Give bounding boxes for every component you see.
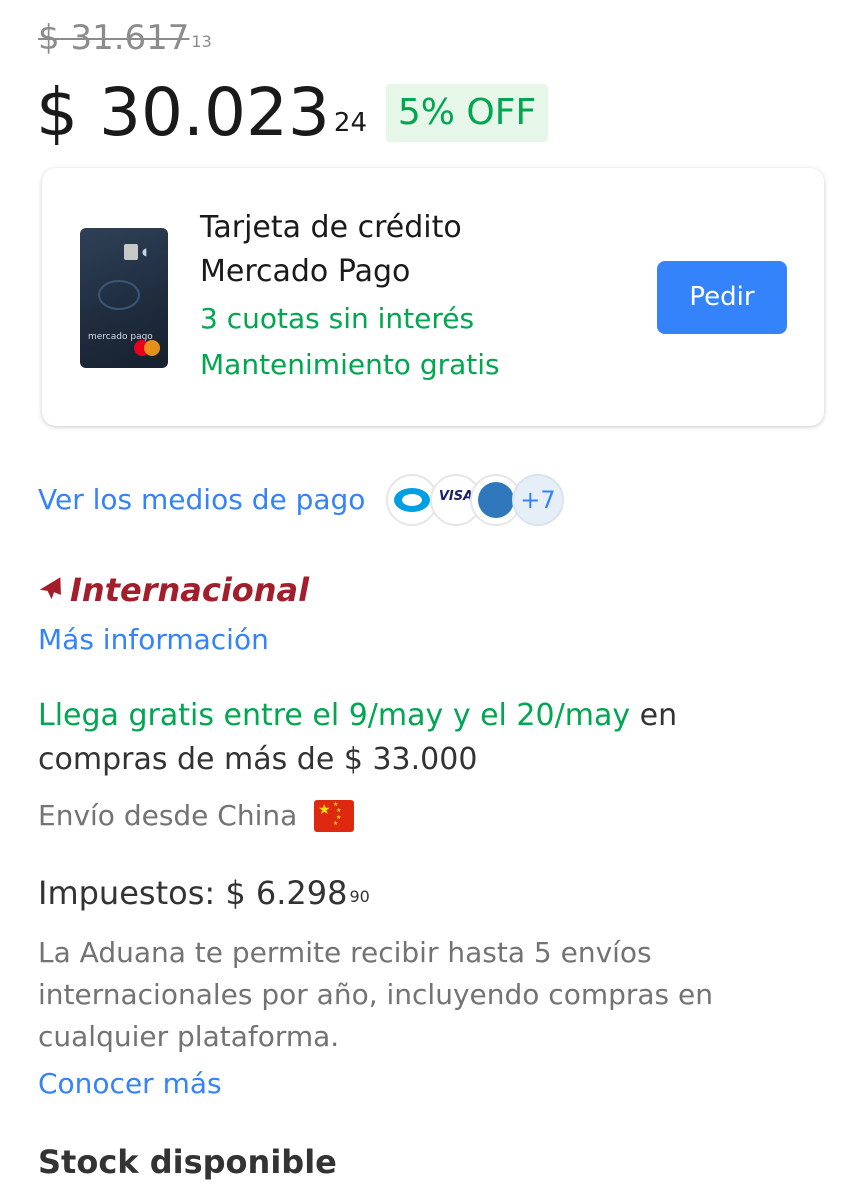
original-price: $ 31.617 13 xyxy=(38,16,212,60)
card-chip-icon xyxy=(124,244,138,260)
credit-card-image: ◖ mercado pago xyxy=(80,228,168,368)
stock-heading: Stock disponible xyxy=(38,1143,337,1181)
china-flag-icon: ★ ★ ★ ★ ★ xyxy=(314,800,354,832)
more-payment-methods-badge[interactable]: +7 xyxy=(512,474,564,526)
mastercard-icon-right xyxy=(144,340,160,356)
delivery-highlight: Llega gratis entre el 9/may y el 20/may xyxy=(38,698,631,733)
airplane-icon xyxy=(39,577,61,600)
learn-more-link[interactable]: Conocer más xyxy=(38,1064,222,1104)
taxes-cents: 90 xyxy=(349,887,370,906)
taxes-label: Impuestos: $ 6.298 xyxy=(38,874,348,912)
card-offer-title-line2: Mercado Pago xyxy=(200,254,411,289)
original-price-main: $ 31.617 xyxy=(38,18,190,58)
current-price: $ 30.023 24 xyxy=(36,74,367,152)
price-main: 30.023 xyxy=(98,74,330,151)
card-benefit-installments: 3 cuotas sin interés xyxy=(200,302,475,335)
taxes-amount: Impuestos: $ 6.298 90 xyxy=(38,870,370,916)
card-offer-title-line1: Tarjeta de crédito xyxy=(200,210,462,245)
original-price-cents: 13 xyxy=(191,32,212,51)
card-benefit-maintenance: Mantenimiento gratis xyxy=(200,348,500,381)
international-label: Internacional xyxy=(70,571,310,609)
payment-methods-link[interactable]: Ver los medios de pago xyxy=(38,480,365,520)
ships-from: Envío desde China xyxy=(38,799,298,832)
price-currency: $ xyxy=(36,74,78,151)
price-cents: 24 xyxy=(333,108,368,138)
handshake-logo-icon xyxy=(98,280,140,310)
request-card-button[interactable]: Pedir xyxy=(657,261,787,334)
more-info-link[interactable]: Más información xyxy=(38,620,269,660)
contactless-icon: ◖ xyxy=(142,247,148,258)
customs-note: La Aduana te permite recibir hasta 5 env… xyxy=(38,936,714,1053)
card-offer-title: Tarjeta de crédito Mercado Pago xyxy=(200,206,600,294)
delivery-estimate: Llega gratis entre el 9/may y el 20/may … xyxy=(38,694,758,782)
discount-badge: 5% OFF xyxy=(386,84,548,142)
